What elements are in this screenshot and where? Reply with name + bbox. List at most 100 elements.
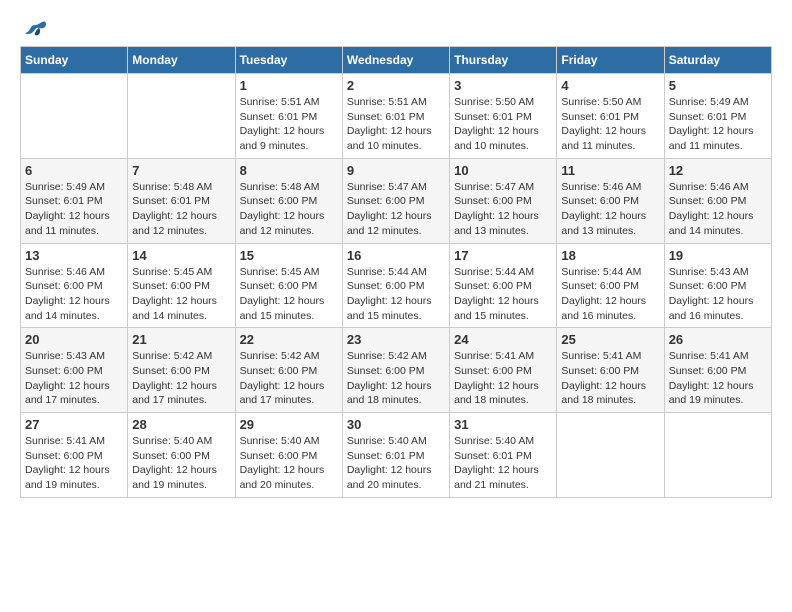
day-number: 19 [669,248,767,263]
day-number: 27 [25,417,123,432]
calendar-cell [557,413,664,498]
calendar-cell: 13Sunrise: 5:46 AM Sunset: 6:00 PM Dayli… [21,243,128,328]
calendar-cell: 3 Sunrise: 5:50 AM Sunset: 6:01 PM Daylig… [450,74,557,159]
calendar-cell: 27 Sunrise: 5:41 AM Sunset: 6:00 PM Dayli… [21,413,128,498]
calendar-cell: 8Sunrise: 5:48 AM Sunset: 6:00 PM Daylig… [235,158,342,243]
day-info: Sunrise: 5:41 AM Sunset: 6:00 PM Dayligh… [454,349,552,408]
calendar-cell [128,74,235,159]
day-info: Sunrise: 5:42 AM Sunset: 6:00 PM Dayligh… [240,349,338,408]
day-number: 13 [25,248,123,263]
calendar-cell: 22 Sunrise: 5:42 AM Sunset: 6:00 PM Dayli… [235,328,342,413]
calendar-week-row: 20 Sunrise: 5:43 AM Sunset: 6:00 PM Dayli… [21,328,772,413]
calendar-cell: 16 Sunrise: 5:44 AM Sunset: 6:00 PM Dayli… [342,243,449,328]
calendar-cell: 14 Sunrise: 5:45 AM Sunset: 6:00 PM Dayli… [128,243,235,328]
calendar-cell: 26 Sunrise: 5:41 AM Sunset: 6:00 PM Dayli… [664,328,771,413]
day-info: Sunrise: 5:51 AM Sunset: 6:01 PM Dayligh… [347,95,445,154]
day-number: 18 [561,248,659,263]
day-number: 2 [347,78,445,93]
calendar-cell: 18 Sunrise: 5:44 AM Sunset: 6:00 PM Dayli… [557,243,664,328]
day-number: 14 [132,248,230,263]
day-info: Sunrise: 5:40 AM Sunset: 6:01 PM Dayligh… [454,434,552,493]
day-info: Sunrise: 5:47 AM Sunset: 6:00 PM Dayligh… [347,180,445,239]
calendar-cell: 2 Sunrise: 5:51 AM Sunset: 6:01 PM Daylig… [342,74,449,159]
day-number: 1 [240,78,338,93]
calendar-table: SundayMondayTuesdayWednesdayThursdayFrid… [20,46,772,498]
day-number: 16 [347,248,445,263]
day-number: 30 [347,417,445,432]
calendar-cell: 17Sunrise: 5:44 AM Sunset: 6:00 PM Dayli… [450,243,557,328]
calendar-week-row: 1 Sunrise: 5:51 AM Sunset: 6:01 PM Daylig… [21,74,772,159]
calendar-cell [664,413,771,498]
day-number: 6 [25,163,123,178]
day-info: Sunrise: 5:42 AM Sunset: 6:00 PM Dayligh… [347,349,445,408]
logo [20,20,46,36]
weekday-header: Saturday [664,47,771,74]
calendar-cell: 24 Sunrise: 5:41 AM Sunset: 6:00 PM Dayli… [450,328,557,413]
calendar-cell: 5 Sunrise: 5:49 AM Sunset: 6:01 PM Daylig… [664,74,771,159]
day-number: 22 [240,332,338,347]
day-info: Sunrise: 5:45 AM Sunset: 6:00 PM Dayligh… [132,265,230,324]
day-info: Sunrise: 5:46 AM Sunset: 6:00 PM Dayligh… [561,180,659,239]
day-info: Sunrise: 5:41 AM Sunset: 6:00 PM Dayligh… [669,349,767,408]
calendar-cell: 21 Sunrise: 5:42 AM Sunset: 6:00 PM Dayli… [128,328,235,413]
calendar-cell: 29Sunrise: 5:40 AM Sunset: 6:00 PM Dayli… [235,413,342,498]
calendar-cell: 10 Sunrise: 5:47 AM Sunset: 6:00 PM Dayli… [450,158,557,243]
day-info: Sunrise: 5:42 AM Sunset: 6:00 PM Dayligh… [132,349,230,408]
calendar-cell: 6 Sunrise: 5:49 AM Sunset: 6:01 PM Daylig… [21,158,128,243]
logo-bird-icon [24,20,46,40]
calendar-cell: 15 Sunrise: 5:45 AM Sunset: 6:00 PM Dayli… [235,243,342,328]
day-number: 5 [669,78,767,93]
day-info: Sunrise: 5:41 AM Sunset: 6:00 PM Dayligh… [25,434,123,493]
page-header [20,20,772,36]
weekday-header: Monday [128,47,235,74]
day-number: 7 [132,163,230,178]
day-info: Sunrise: 5:41 AM Sunset: 6:00 PM Dayligh… [561,349,659,408]
calendar-cell: 28Sunrise: 5:40 AM Sunset: 6:00 PM Dayli… [128,413,235,498]
calendar-cell: 11 Sunrise: 5:46 AM Sunset: 6:00 PM Dayli… [557,158,664,243]
calendar-cell: 1 Sunrise: 5:51 AM Sunset: 6:01 PM Daylig… [235,74,342,159]
calendar-week-row: 6 Sunrise: 5:49 AM Sunset: 6:01 PM Daylig… [21,158,772,243]
day-info: Sunrise: 5:43 AM Sunset: 6:00 PM Dayligh… [25,349,123,408]
day-number: 10 [454,163,552,178]
calendar-week-row: 13Sunrise: 5:46 AM Sunset: 6:00 PM Dayli… [21,243,772,328]
day-number: 12 [669,163,767,178]
calendar-week-row: 27 Sunrise: 5:41 AM Sunset: 6:00 PM Dayli… [21,413,772,498]
day-number: 25 [561,332,659,347]
calendar-cell: 31 Sunrise: 5:40 AM Sunset: 6:01 PM Dayli… [450,413,557,498]
day-number: 4 [561,78,659,93]
day-info: Sunrise: 5:40 AM Sunset: 6:01 PM Dayligh… [347,434,445,493]
calendar-cell: 25 Sunrise: 5:41 AM Sunset: 6:00 PM Dayli… [557,328,664,413]
day-number: 23 [347,332,445,347]
weekday-header: Tuesday [235,47,342,74]
day-number: 24 [454,332,552,347]
day-info: Sunrise: 5:49 AM Sunset: 6:01 PM Dayligh… [669,95,767,154]
day-info: Sunrise: 5:43 AM Sunset: 6:00 PM Dayligh… [669,265,767,324]
day-info: Sunrise: 5:50 AM Sunset: 6:01 PM Dayligh… [561,95,659,154]
calendar-cell: 12Sunrise: 5:46 AM Sunset: 6:00 PM Dayli… [664,158,771,243]
calendar-cell: 23 Sunrise: 5:42 AM Sunset: 6:00 PM Dayli… [342,328,449,413]
day-number: 3 [454,78,552,93]
day-number: 21 [132,332,230,347]
day-number: 20 [25,332,123,347]
day-info: Sunrise: 5:40 AM Sunset: 6:00 PM Dayligh… [240,434,338,493]
day-number: 9 [347,163,445,178]
day-info: Sunrise: 5:50 AM Sunset: 6:01 PM Dayligh… [454,95,552,154]
day-number: 28 [132,417,230,432]
day-info: Sunrise: 5:47 AM Sunset: 6:00 PM Dayligh… [454,180,552,239]
day-info: Sunrise: 5:49 AM Sunset: 6:01 PM Dayligh… [25,180,123,239]
day-number: 31 [454,417,552,432]
weekday-header: Friday [557,47,664,74]
day-number: 26 [669,332,767,347]
day-info: Sunrise: 5:51 AM Sunset: 6:01 PM Dayligh… [240,95,338,154]
day-number: 11 [561,163,659,178]
day-number: 15 [240,248,338,263]
day-info: Sunrise: 5:44 AM Sunset: 6:00 PM Dayligh… [347,265,445,324]
day-number: 17 [454,248,552,263]
calendar-cell: 20 Sunrise: 5:43 AM Sunset: 6:00 PM Dayli… [21,328,128,413]
day-info: Sunrise: 5:44 AM Sunset: 6:00 PM Dayligh… [561,265,659,324]
day-info: Sunrise: 5:48 AM Sunset: 6:01 PM Dayligh… [132,180,230,239]
weekday-header: Sunday [21,47,128,74]
calendar-cell: 9 Sunrise: 5:47 AM Sunset: 6:00 PM Daylig… [342,158,449,243]
day-info: Sunrise: 5:45 AM Sunset: 6:00 PM Dayligh… [240,265,338,324]
calendar-cell: 4 Sunrise: 5:50 AM Sunset: 6:01 PM Daylig… [557,74,664,159]
